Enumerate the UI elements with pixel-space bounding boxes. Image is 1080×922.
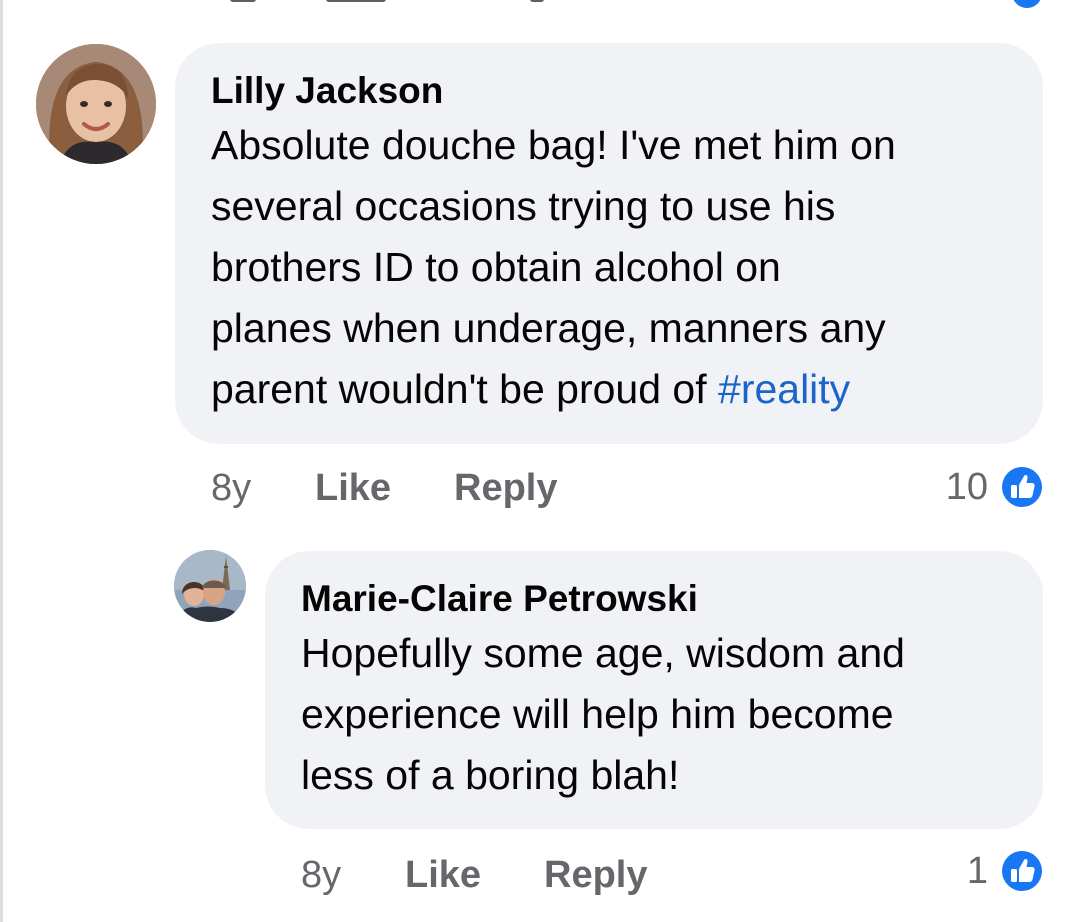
comment-text-line: several occasions trying to use his (211, 183, 836, 229)
reply-reaction-summary[interactable]: 1 (900, 845, 1046, 897)
comment-text-fragment: parent wouldn't be proud of (211, 366, 719, 412)
previous-like-badge-clipped (1012, 0, 1042, 8)
reaction-count: 10 (945, 466, 988, 508)
reply-button[interactable]: Reply (454, 463, 557, 513)
thread-line (0, 0, 3, 922)
avatar-lilly-jackson[interactable] (36, 44, 156, 164)
reply-reply-button[interactable]: Reply (544, 850, 647, 900)
reply-age[interactable]: 8y (301, 850, 341, 900)
reply-like-button[interactable]: Like (405, 850, 481, 900)
comment-age[interactable]: 8y (211, 463, 251, 513)
comment-text-line: brothers ID to obtain alcohol on (211, 244, 781, 290)
like-thumbs-up-icon (998, 847, 1046, 895)
reply-text-line: experience will help him become (301, 691, 894, 737)
comment-text-line: parent wouldn't be proud of #reality (211, 359, 1043, 420)
reply-actions: 8y Like Reply (301, 850, 801, 900)
previous-comment-actions-clipped (230, 0, 650, 6)
like-button[interactable]: Like (315, 463, 391, 513)
reply-bubble[interactable]: Marie-Claire Petrowski Hopefully some ag… (265, 551, 1043, 829)
avatar-marie-claire-petrowski[interactable] (174, 550, 246, 622)
comment-text-line: Absolute douche bag! I've met him on (211, 122, 896, 168)
reaction-summary[interactable]: 10 (900, 461, 1046, 513)
reply-text-line: less of a boring blah! (301, 752, 680, 798)
comment-author[interactable]: Lilly Jackson (211, 69, 1043, 113)
comment-text-line: planes when underage, manners any (211, 305, 886, 351)
reply-reaction-count: 1 (966, 850, 988, 892)
like-thumbs-up-icon (998, 463, 1046, 511)
reply-text-line: Hopefully some age, wisdom and (301, 630, 905, 676)
comment-actions: 8y Like Reply (211, 463, 711, 513)
comment-bubble[interactable]: Lilly Jackson Absolute douche bag! I've … (175, 43, 1043, 444)
reply-author[interactable]: Marie-Claire Petrowski (301, 577, 1043, 621)
comments-thread: Lilly Jackson Absolute douche bag! I've … (0, 0, 1080, 922)
hashtag-link[interactable]: #reality (718, 366, 850, 412)
